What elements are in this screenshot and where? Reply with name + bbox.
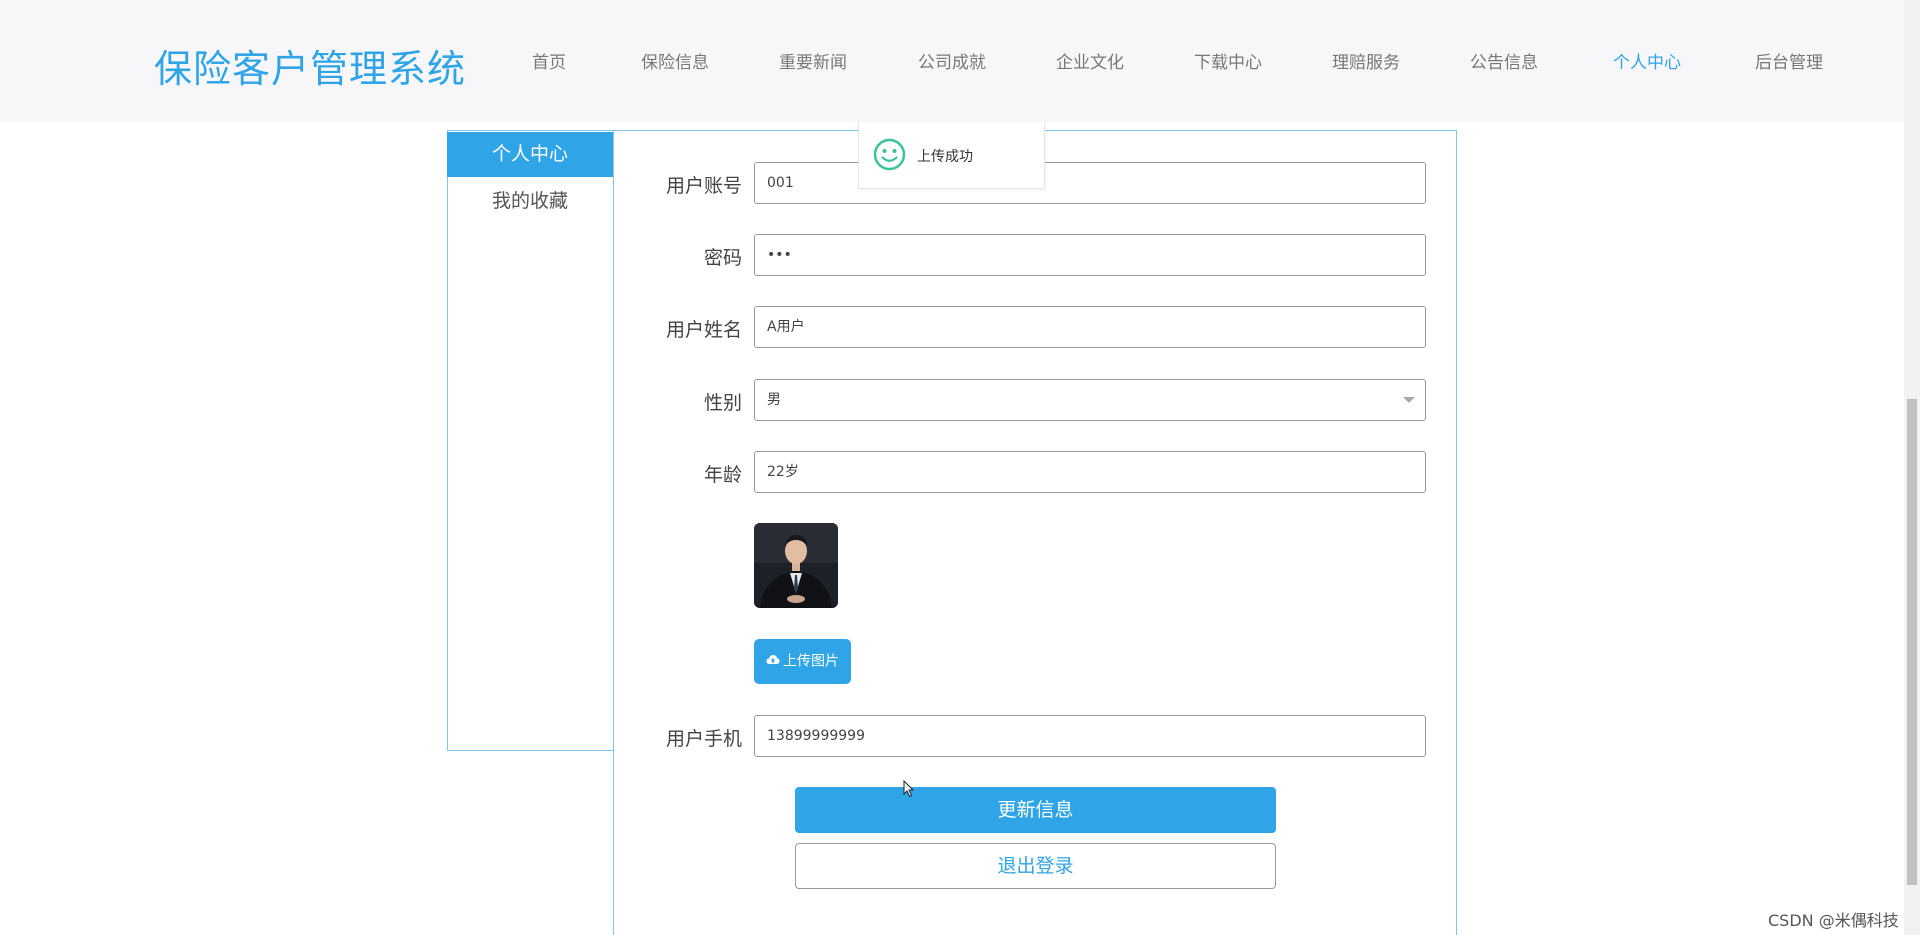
top-navbar: 保险客户管理系统 首页 保险信息 重要新闻 公司成就 企业文化 下载中心 理赔服…: [0, 0, 1904, 122]
site-logo[interactable]: 保险客户管理系统: [154, 38, 466, 93]
nav-download-center[interactable]: 下载中心: [1194, 48, 1262, 74]
age-input[interactable]: 22岁: [754, 451, 1426, 493]
password-label: 密码: [703, 247, 742, 269]
name-input[interactable]: A用户: [754, 306, 1426, 348]
logout-button[interactable]: 退出登录: [795, 843, 1276, 889]
name-label: 用户姓名: [665, 319, 742, 341]
phone-input[interactable]: 13899999999: [754, 715, 1426, 757]
toast-message: 上传成功: [917, 149, 973, 165]
age-label: 年龄: [703, 464, 742, 486]
gender-select[interactable]: 男: [754, 379, 1426, 421]
nav-important-news[interactable]: 重要新闻: [779, 48, 847, 74]
scrollbar-thumb[interactable]: [1907, 399, 1917, 885]
nav-company-achievements[interactable]: 公司成就: [918, 48, 986, 74]
nav-personal-center[interactable]: 个人中心: [1613, 48, 1681, 74]
account-label: 用户账号: [665, 175, 742, 197]
chevron-down-icon: [1403, 397, 1415, 403]
phone-label: 用户手机: [665, 728, 742, 750]
nav-corporate-culture[interactable]: 企业文化: [1056, 48, 1124, 74]
person-portrait-icon: [754, 523, 838, 608]
avatar-image: [754, 523, 838, 608]
upload-image-button[interactable]: 上传图片: [754, 639, 851, 684]
cloud-upload-icon: [766, 639, 780, 684]
upload-image-label: 上传图片: [783, 653, 839, 670]
nav-admin[interactable]: 后台管理: [1755, 48, 1823, 74]
sidebar-item-personal-center[interactable]: 个人中心: [447, 132, 613, 177]
update-info-button[interactable]: 更新信息: [795, 787, 1276, 833]
upload-success-toast: 上传成功: [858, 122, 1045, 189]
gender-value: 男: [767, 392, 781, 408]
nav-insurance-info[interactable]: 保险信息: [641, 48, 709, 74]
nav-claim-service[interactable]: 理赔服务: [1332, 48, 1400, 74]
smile-icon: [873, 138, 906, 175]
nav-announcements[interactable]: 公告信息: [1470, 48, 1538, 74]
password-input[interactable]: •••: [754, 234, 1426, 276]
sidebar-item-my-favorites[interactable]: 我的收藏: [447, 183, 613, 219]
mouse-cursor-icon: [903, 779, 915, 802]
side-menu: [447, 130, 613, 751]
nav-home[interactable]: 首页: [532, 48, 566, 74]
gender-label: 性别: [703, 392, 742, 414]
account-input[interactable]: 001: [754, 162, 1426, 204]
watermark: CSDN @米偶科技: [1768, 911, 1899, 930]
